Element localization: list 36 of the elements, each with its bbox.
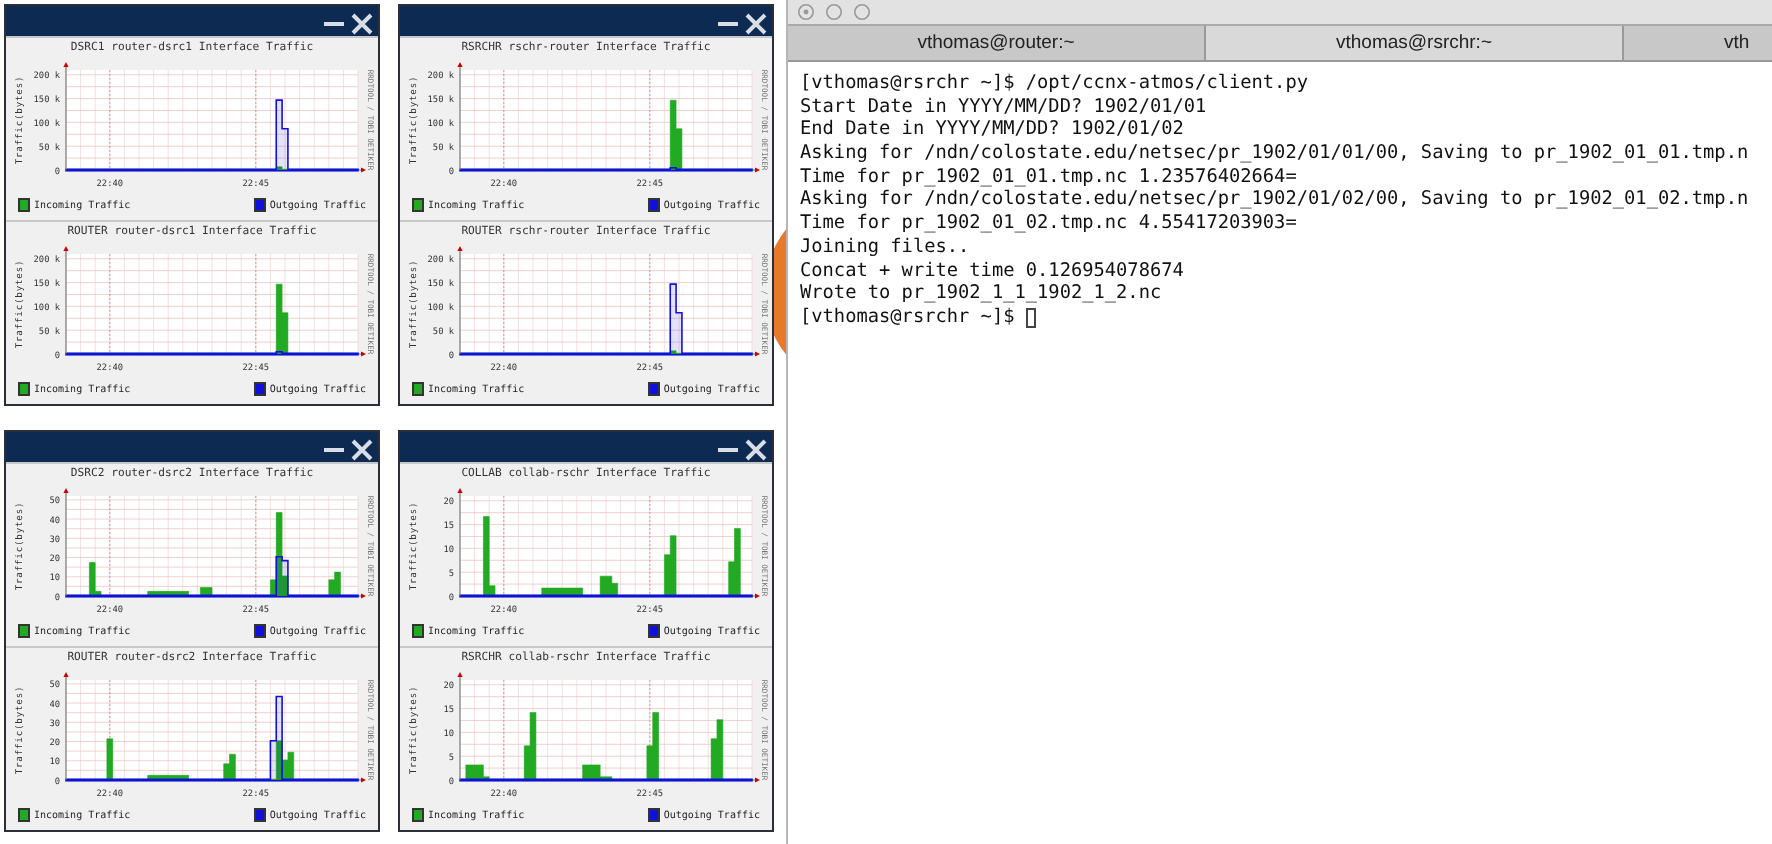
close-button[interactable]	[348, 10, 374, 36]
terminal-tab[interactable]: vth	[1624, 26, 1772, 60]
terminal-line: Asking for /ndn/colostate.edu/netsec/pr_1902/01/01/00, Saving to pr_1902_01_01.tmp.n	[800, 142, 1749, 166]
terminal-tab[interactable]: vthomas@router:~	[788, 26, 1206, 60]
close-button[interactable]	[742, 10, 768, 36]
minimize-icon	[323, 447, 343, 451]
terminal-line: [vthomas@rsrchr ~]$	[800, 305, 1017, 330]
terminal-line: Wrote to pr_1902_1_1_1902_1_2.nc	[800, 282, 1162, 306]
terminal-line: Asking for /ndn/colostate.edu/netsec/pr_1902/01/02/00, Saving to pr_1902_01_02.tmp.n	[800, 188, 1749, 213]
terminal-line: [vthomas@rsrchr ~]$ /opt/ccnx-atmos/client.py	[800, 72, 1308, 96]
close-button[interactable]	[348, 436, 374, 462]
y-axis	[457, 672, 463, 781]
close-icon	[743, 11, 767, 35]
terminal-line: Time for pr_1902_01_02.tmp.nc 4.55417203903=	[800, 212, 1297, 236]
terminal-line: End Date in YYYY/MM/DD? 1902/01/02	[800, 118, 1184, 143]
minimize-icon	[323, 21, 343, 25]
close-icon	[743, 437, 767, 461]
terminal-line: Time for pr_1902_01_01.tmp.nc 1.23576402664=	[800, 165, 1297, 189]
close-icon	[349, 11, 373, 35]
close-icon	[349, 437, 373, 461]
y-axis	[457, 246, 463, 355]
text-cursor	[1025, 307, 1036, 328]
terminal-tab[interactable]: vthomas@rsrchr:~	[1206, 26, 1624, 60]
y-axis	[63, 672, 69, 781]
y-axis	[457, 62, 463, 171]
y-axis	[63, 62, 69, 171]
terminal-line: Joining files..	[800, 235, 970, 260]
terminal-line: Concat + write time 0.126954078674	[800, 259, 1184, 283]
terminal-line: Start Date in YYYY/MM/DD? 1902/01/01	[800, 95, 1207, 119]
minimize-icon	[717, 447, 737, 451]
y-axis	[63, 488, 69, 597]
minimize-icon	[717, 21, 737, 25]
close-button[interactable]	[742, 436, 768, 462]
window-controls-icon	[796, 2, 876, 22]
y-axis	[457, 488, 463, 597]
y-axis	[63, 246, 69, 355]
